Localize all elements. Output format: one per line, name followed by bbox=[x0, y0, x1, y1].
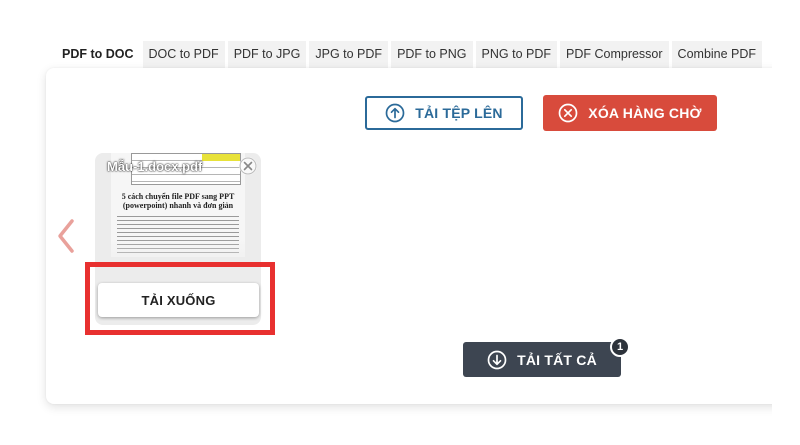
upload-files-button[interactable]: TẢI TỆP LÊN bbox=[365, 96, 523, 130]
clear-queue-button[interactable]: XÓA HÀNG CHỜ bbox=[543, 95, 717, 131]
download-label: TẢI XUỐNG bbox=[141, 292, 216, 308]
preview-title: 5 cách chuyển file PDF sang PPT (powerpo… bbox=[121, 192, 235, 210]
download-all-button[interactable]: TẢI TẤT CẢ bbox=[463, 342, 621, 377]
download-button[interactable]: TẢI XUỐNG bbox=[98, 283, 259, 317]
tab-pdf-to-jpg[interactable]: PDF to JPG bbox=[227, 41, 307, 68]
tab-pdf-to-doc[interactable]: PDF to DOC bbox=[56, 41, 140, 68]
tab-jpg-to-pdf[interactable]: JPG to PDF bbox=[309, 41, 389, 68]
close-icon[interactable] bbox=[239, 157, 257, 175]
tab-pdf-compressor[interactable]: PDF Compressor bbox=[560, 41, 669, 68]
tab-png-to-pdf[interactable]: PNG to PDF bbox=[475, 41, 557, 68]
file-name: Mẫu-1.docx.pdf bbox=[107, 159, 203, 174]
tab-doc-to-pdf[interactable]: DOC to PDF bbox=[142, 41, 225, 68]
tab-combine-pdf[interactable]: Combine PDF bbox=[671, 41, 763, 68]
chevron-left-icon[interactable] bbox=[55, 218, 77, 254]
arrow-down-circle-icon bbox=[487, 350, 507, 370]
x-circle-icon bbox=[558, 103, 578, 123]
tab-pdf-to-png[interactable]: PDF to PNG bbox=[391, 41, 473, 68]
download-all-label: TẢI TẤT CẢ bbox=[517, 351, 597, 368]
file-count-badge: 1 bbox=[610, 337, 630, 357]
clear-queue-label: XÓA HÀNG CHỜ bbox=[588, 105, 702, 121]
upload-files-label: TẢI TỆP LÊN bbox=[415, 105, 503, 121]
converter-tabs: PDF to DOC DOC to PDF PDF to JPG JPG to … bbox=[56, 41, 763, 68]
arrow-up-circle-icon bbox=[385, 103, 405, 123]
